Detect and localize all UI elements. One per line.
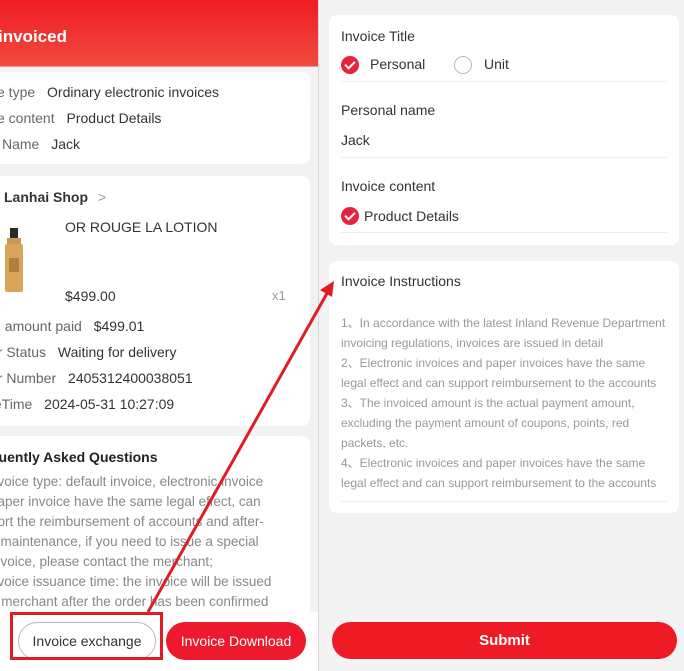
instruction-line: 4、Electronic invoices and paper invoices… (341, 456, 646, 470)
instructions-text: 1、In accordance with the latest Inland R… (341, 313, 671, 493)
personal-radio[interactable] (341, 56, 359, 74)
order-card: Lanhai Shop > OR ROUGE LA LOTION $499.00 … (0, 176, 310, 426)
screen: invoiced ce type Ordinary electronic inv… (0, 0, 684, 671)
invoice-exchange-button[interactable]: Invoice exchange (18, 622, 156, 660)
faq-line: port the reimbursement of accounts and a… (0, 514, 264, 529)
instruction-line: invoicing regulations, invoices are issu… (341, 336, 604, 350)
faq-text: nvoice type: default invoice, electronic… (0, 472, 290, 612)
divider (341, 81, 667, 82)
order-time-row: teTime 2024-05-31 10:27:09 (0, 396, 174, 412)
unit-radio[interactable] (454, 56, 472, 74)
invoice-status: invoiced (0, 27, 67, 46)
faq-line: paper invoice have the same legal effect… (0, 494, 261, 509)
instruction-line: 3、The invoiced amount is the actual paym… (341, 396, 635, 410)
invoice-name-value: Jack (51, 136, 81, 152)
order-status-key: er Status (0, 344, 47, 360)
order-number-key: er Number (0, 370, 57, 386)
order-number-value: 2405312400038051 (68, 370, 193, 386)
instruction-line: excluding the payment amount of coupons,… (341, 416, 630, 430)
instruction-line: 1、In accordance with the latest Inland R… (341, 316, 666, 330)
faq-line: invoice, please contact the merchant; (0, 554, 213, 569)
product-quantity: x1 (272, 288, 286, 303)
invoice-content-label: Invoice content (341, 178, 436, 194)
faq-title: quently Asked Questions (0, 449, 158, 465)
invoice-type-key: ce type (0, 84, 36, 100)
order-number-row: er Number 2405312400038051 (0, 370, 193, 386)
faq-line: nvoice issuance time: the invoice will b… (0, 574, 272, 589)
amount-paid-row: al amount paid $499.01 (0, 318, 144, 334)
personal-name-field[interactable]: Jack (341, 132, 370, 148)
instruction-line: legal effect and can support reimburseme… (341, 376, 657, 390)
invoice-info-card: ce type Ordinary electronic invoices ce … (0, 72, 310, 164)
order-status-row: er Status Waiting for delivery (0, 344, 176, 360)
order-time-key: teTime (0, 396, 33, 412)
invoice-exchange-panel: Invoice Title Personal Unit Personal nam… (319, 0, 684, 671)
invoice-type-row: ce type Ordinary electronic invoices (0, 84, 219, 100)
product-price: $499.00 (65, 288, 116, 304)
faq-line: e merchant after the order has been conf… (0, 594, 269, 609)
divider (341, 501, 667, 502)
invoice-type-value: Ordinary electronic invoices (47, 84, 219, 100)
invoice-name-key: Name (2, 136, 40, 152)
invoice-content-row: ce content Product Details (0, 110, 161, 126)
faq-line: s maintenance, if you need to issue a sp… (0, 534, 259, 549)
unit-label[interactable]: Unit (484, 56, 509, 72)
order-time-value: 2024-05-31 10:27:09 (44, 396, 175, 412)
product-name: OR ROUGE LA LOTION (65, 219, 218, 235)
amount-paid-value: $499.01 (93, 318, 145, 334)
product-details-label[interactable]: Product Details (364, 208, 459, 224)
instructions-card: Invoice Instructions 1、In accordance wit… (329, 261, 679, 513)
instructions-title: Invoice Instructions (341, 273, 461, 289)
invoice-content-value: Product Details (66, 110, 162, 126)
divider (341, 232, 667, 233)
submit-button[interactable]: Submit (332, 622, 677, 659)
faq-card: quently Asked Questions nvoice type: def… (0, 436, 310, 626)
instruction-line: packets, etc. (341, 436, 409, 450)
amount-paid-key: al amount paid (0, 318, 82, 334)
invoice-detail-panel: invoiced ce type Ordinary electronic inv… (0, 0, 318, 671)
faq-line: nvoice type: default invoice, electronic… (0, 474, 264, 489)
invoice-name-row: Name Jack (2, 136, 80, 152)
shop-link[interactable]: Lanhai Shop > (4, 189, 106, 205)
invoice-content-key: ce content (0, 110, 55, 126)
invoice-form-card: Invoice Title Personal Unit Personal nam… (329, 15, 679, 245)
shop-name: Lanhai Shop (4, 189, 88, 205)
personal-name-label: Personal name (341, 102, 436, 118)
personal-label[interactable]: Personal (370, 56, 425, 72)
invoice-download-button[interactable]: Invoice Download (166, 622, 306, 660)
instruction-line: legal effect and can support reimburseme… (341, 476, 657, 490)
order-status-value: Waiting for delivery (57, 344, 177, 360)
invoice-title-label: Invoice Title (341, 28, 415, 44)
instruction-line: 2、Electronic invoices and paper invoices… (341, 356, 646, 370)
product-details-radio[interactable] (341, 207, 359, 225)
chevron-right-icon: > (98, 189, 107, 205)
divider (341, 157, 667, 158)
product-image[interactable] (4, 228, 24, 294)
